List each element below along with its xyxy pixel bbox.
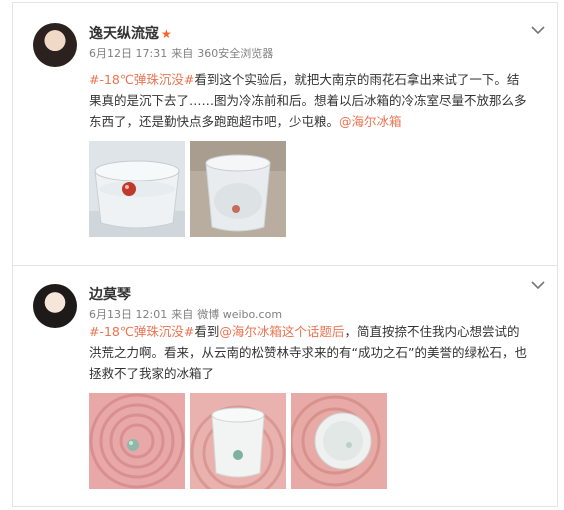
post-source: 微博 weibo.com [197, 308, 283, 321]
weibo-post: 逸天纵流寇 ★ 6月12日 17:31 来自 360安全浏览器 #-18℃弹珠沉没#看… [13, 3, 557, 265]
photo-grid [89, 393, 387, 489]
photo-grid [89, 141, 286, 237]
mention-link[interactable]: @海尔冰箱这个话题后 [219, 324, 344, 339]
chevron-down-icon[interactable] [531, 25, 545, 35]
photo-thumbnail[interactable] [291, 393, 387, 489]
post-body-lead: 看到 [194, 324, 220, 339]
photo-thumbnail[interactable] [190, 141, 286, 237]
avatar[interactable] [33, 284, 77, 328]
photo-thumbnail[interactable] [89, 141, 185, 237]
hashtag-link[interactable]: #-18℃弹珠沉没# [89, 324, 194, 339]
post-date[interactable]: 6月13日 12:01 [89, 308, 167, 321]
chevron-down-icon[interactable] [531, 280, 545, 290]
hashtag-link[interactable]: #-18℃弹珠沉没# [89, 72, 194, 87]
feed-container: 逸天纵流寇 ★ 6月12日 17:31 来自 360安全浏览器 #-18℃弹珠沉没#看… [12, 2, 558, 507]
weibo-post: 边莫琴 6月13日 12:01 来自 微博 weibo.com #-18℃弹珠沉没#… [13, 265, 557, 509]
star-icon: ★ [161, 27, 172, 41]
source-prefix: 来自 [171, 47, 194, 60]
post-source: 360安全浏览器 [197, 47, 274, 60]
mention-link[interactable]: @海尔冰箱 [339, 114, 402, 129]
username-link[interactable]: 逸天纵流寇 [89, 26, 159, 42]
post-meta: 6月12日 17:31 来自 360安全浏览器 [89, 45, 277, 61]
username[interactable]: 逸天纵流寇 ★ [89, 23, 172, 43]
avatar[interactable] [33, 23, 77, 67]
username[interactable]: 边莫琴 [89, 284, 131, 304]
post-text: #-18℃弹珠沉没#看到这个实验后，就把大南京的雨花石拿出来试了一下。结果真的是… [89, 69, 529, 132]
post-meta: 6月13日 12:01 来自 微博 weibo.com [89, 306, 286, 322]
post-date[interactable]: 6月12日 17:31 [89, 47, 167, 60]
photo-thumbnail[interactable] [89, 393, 185, 489]
post-text: #-18℃弹珠沉没#看到@海尔冰箱这个话题后，简直按捺不住我内心想尝试的洪荒之力… [89, 321, 529, 384]
source-prefix: 来自 [171, 308, 194, 321]
photo-thumbnail[interactable] [190, 393, 286, 489]
username-link[interactable]: 边莫琴 [89, 287, 131, 303]
